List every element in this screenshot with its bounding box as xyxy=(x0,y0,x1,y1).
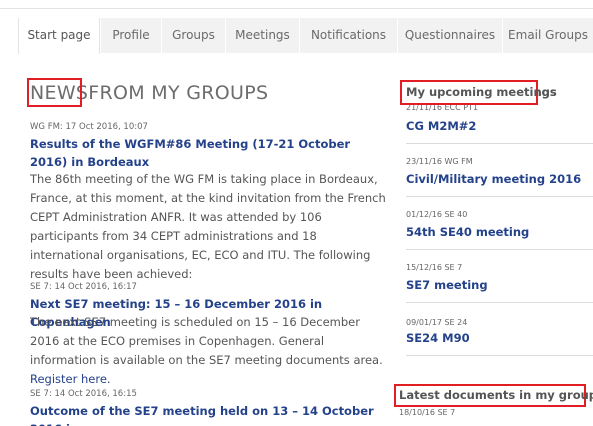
news-item-body: The 86th meeting of the WG FM is taking … xyxy=(30,172,386,281)
meeting-link[interactable]: 54th SE40 meeting xyxy=(406,225,529,239)
divider xyxy=(406,249,593,250)
tab-notifications[interactable]: Notifications xyxy=(299,18,397,53)
document-meta: 18/10/16 SE 7 xyxy=(399,408,456,417)
meeting-link[interactable]: CG M2M#2 xyxy=(406,119,476,133)
tab-bar: Start page Profile Groups Meetings Notif… xyxy=(18,18,593,54)
news-item-title-link[interactable]: Outcome of the SE7 meeting held on 13 – … xyxy=(30,402,380,426)
divider xyxy=(406,143,593,144)
news-heading-keyword: NEWS xyxy=(30,82,89,104)
divider xyxy=(406,302,593,303)
meeting-meta: 23/11/16 WG FM xyxy=(406,157,473,166)
meeting-meta: 21/11/16 ECC PT1 xyxy=(406,103,479,112)
news-heading: NEWS FROM MY GROUPS xyxy=(30,82,268,104)
meeting-meta: 09/01/17 SE 24 xyxy=(406,318,468,327)
news-item-title-link[interactable]: Results of the WGFM#86 Meeting (17-21 Oc… xyxy=(30,135,380,171)
register-link[interactable]: Register here. xyxy=(30,372,111,386)
meeting-meta: 15/12/16 SE 7 xyxy=(406,263,463,272)
tab-start-page[interactable]: Start page xyxy=(18,18,100,54)
news-item-meta: SE 7: 14 Oct 2016, 16:17 xyxy=(30,282,137,292)
news-item-body: The next SE7 meeting is scheduled on 15 … xyxy=(30,313,388,389)
news-item-meta: WG FM: 17 Oct 2016, 10:07 xyxy=(30,122,148,132)
meeting-link[interactable]: SE24 M90 xyxy=(406,331,470,345)
tab-meetings[interactable]: Meetings xyxy=(225,18,299,53)
tab-profile[interactable]: Profile xyxy=(100,18,161,53)
upcoming-meetings-heading-overlay: My upcoming meetings xyxy=(406,85,557,99)
tab-groups[interactable]: Groups xyxy=(161,18,225,53)
tab-email-groups[interactable]: Email Groups xyxy=(502,18,593,53)
latest-documents-heading: Latest documents in my groups xyxy=(399,388,593,402)
news-item-body-text: The next SE7 meeting is scheduled on 15 … xyxy=(30,315,383,367)
meeting-link[interactable]: SE7 meeting xyxy=(406,278,488,292)
top-border xyxy=(0,8,593,9)
news-item-meta: SE 7: 14 Oct 2016, 16:15 xyxy=(30,389,137,399)
divider xyxy=(406,196,593,197)
news-heading-rest: FROM MY GROUPS xyxy=(88,82,269,104)
meeting-link[interactable]: Civil/Military meeting 2016 xyxy=(406,172,581,186)
meeting-meta: 01/12/16 SE 40 xyxy=(406,210,468,219)
divider xyxy=(406,355,593,356)
tab-questionnaires[interactable]: Questionnaires xyxy=(397,18,502,53)
